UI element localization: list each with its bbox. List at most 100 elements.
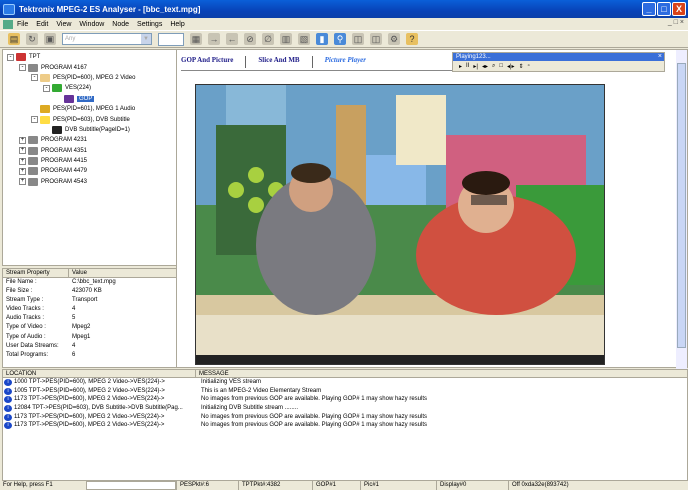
- tree-node-label[interactable]: PES(PID=601), MPEG 1 Audio: [53, 106, 135, 112]
- collapse-icon[interactable]: -: [43, 84, 50, 92]
- property-column-header[interactable]: Stream Property: [3, 269, 69, 277]
- log-row[interactable]: i 12084 TPT->PES(PID=603), DVB Subtitle->…: [3, 404, 687, 413]
- tree-node-label[interactable]: PROGRAM 4231: [41, 137, 87, 143]
- minimize-button[interactable]: _: [642, 2, 656, 16]
- tree-node-label[interactable]: DVB Subtitle(PageID=1): [65, 127, 130, 133]
- tree-node-label[interactable]: GOP: [77, 95, 95, 102]
- zoom-icon[interactable]: ⌕: [492, 63, 495, 70]
- fullframe-icon[interactable]: □: [499, 63, 503, 70]
- property-row[interactable]: Audio Tracks : 5: [3, 314, 190, 323]
- log-row[interactable]: i 1000 TPT->PES(PID=600), MPEG 2 Video->V…: [3, 378, 687, 387]
- refresh-icon[interactable]: ↻: [26, 33, 38, 45]
- play-icon[interactable]: ▸: [459, 63, 462, 70]
- settings-icon[interactable]: ⚙: [388, 33, 400, 45]
- title-bar[interactable]: Tektronix MPEG-2 ES Analyser - [bbc_text…: [0, 0, 688, 18]
- expand-icon[interactable]: +: [19, 147, 26, 155]
- step-icon[interactable]: ▸|: [473, 63, 478, 70]
- log-row[interactable]: i 1173 TPT->PES(PID=600), MPEG 2 Video->V…: [3, 413, 687, 422]
- shuttle-icon[interactable]: ◂|▸: [507, 63, 515, 70]
- tree-node-label[interactable]: TPT: [29, 54, 40, 60]
- tree-node-label[interactable]: PROGRAM 4167: [41, 65, 87, 71]
- menu-window[interactable]: Window: [79, 21, 104, 28]
- tree-node[interactable]: GOP: [7, 94, 190, 104]
- back-icon[interactable]: ←: [226, 33, 238, 45]
- value-column-header[interactable]: Value: [69, 269, 189, 277]
- maximize-button[interactable]: □: [657, 2, 671, 16]
- property-row[interactable]: Video Tracks : 4: [3, 305, 190, 314]
- menu-settings[interactable]: Settings: [137, 21, 162, 28]
- compare-alt-icon[interactable]: ◫: [370, 33, 382, 45]
- tree-node-label[interactable]: PROGRAM 4415: [41, 158, 87, 164]
- mdi-controls[interactable]: _ □ ×: [668, 19, 684, 26]
- tree-node[interactable]: - VES(224): [7, 83, 190, 93]
- bar-chart-icon[interactable]: ▮: [316, 33, 328, 45]
- message-column-header[interactable]: MESSAGE: [196, 370, 229, 377]
- location-column-header[interactable]: LOCATION: [3, 370, 196, 377]
- menu-help[interactable]: Help: [170, 21, 184, 28]
- property-row[interactable]: Stream Type : Transport: [3, 296, 190, 305]
- tree-node[interactable]: DVB Subtitle(PageID=1): [7, 125, 190, 135]
- property-row[interactable]: User Data Streams: 4: [3, 342, 190, 351]
- goto-input[interactable]: [158, 32, 184, 46]
- player-title-bar[interactable]: Playing123... ×: [453, 53, 664, 61]
- stream-tree[interactable]: - TPT - PROGRAM 4167- PES(PID=600), MPEG 2 V…: [2, 49, 191, 266]
- collapse-icon[interactable]: -: [19, 64, 26, 72]
- search-icon[interactable]: ⚲: [334, 33, 346, 45]
- forward-icon[interactable]: →: [208, 33, 220, 45]
- hex-view-icon[interactable]: ▥: [280, 33, 292, 45]
- loop-icon[interactable]: ◂▸: [482, 63, 488, 70]
- vertical-scrollbar[interactable]: [676, 50, 687, 369]
- tree-node-label[interactable]: PES(PID=603), DVB Subtitle: [53, 117, 130, 123]
- menu-view[interactable]: View: [56, 21, 71, 28]
- tree-node[interactable]: PES(PID=601), MPEG 1 Audio: [7, 104, 190, 114]
- log-row[interactable]: i 1005 TPT->PES(PID=600), MPEG 2 Video->V…: [3, 387, 687, 396]
- tree-node[interactable]: + PROGRAM 4351: [7, 146, 190, 156]
- document-icon[interactable]: [3, 19, 13, 29]
- pause-icon[interactable]: II: [466, 63, 469, 70]
- tab-gop-and-picture[interactable]: GOP And Picture: [181, 56, 233, 68]
- tree-node[interactable]: + PROGRAM 4479: [7, 166, 190, 176]
- menu-node[interactable]: Node: [112, 21, 129, 28]
- tree-node-label[interactable]: PROGRAM 4479: [41, 168, 87, 174]
- expand-icon[interactable]: +: [19, 136, 26, 144]
- help-icon[interactable]: ?: [406, 33, 418, 45]
- property-row[interactable]: Type of Video : Mpeg2: [3, 323, 190, 332]
- property-row[interactable]: File Size : 423070 KB: [3, 287, 190, 296]
- tab-slice-and-mb[interactable]: Slice And MB: [258, 56, 299, 68]
- tree-node[interactable]: - PROGRAM 4167: [7, 62, 190, 72]
- tree-node[interactable]: - PES(PID=600), MPEG 2 Video: [7, 73, 190, 83]
- collapse-icon[interactable]: -: [31, 116, 38, 124]
- tree-node[interactable]: + PROGRAM 4231: [7, 135, 190, 145]
- tree-node[interactable]: - PES(PID=603), DVB Subtitle: [7, 114, 190, 124]
- stop-icon[interactable]: ⊘: [244, 33, 256, 45]
- tree-node-label[interactable]: PROGRAM 4543: [41, 179, 87, 185]
- chevron-down-icon[interactable]: ▼: [141, 34, 151, 44]
- open-file-icon[interactable]: ▤: [8, 33, 20, 45]
- expand-icon[interactable]: +: [19, 157, 26, 165]
- scrollbar-thumb[interactable]: [677, 63, 686, 348]
- log-row[interactable]: i 1173 TPT->PES(PID=600), MPEG 2 Video->V…: [3, 395, 687, 404]
- close-button[interactable]: X: [672, 2, 686, 16]
- clear-filter-icon[interactable]: ∅: [262, 33, 274, 45]
- collapse-icon[interactable]: -: [31, 74, 38, 82]
- save-icon[interactable]: ▣: [44, 33, 56, 45]
- tree-node[interactable]: - TPT: [7, 52, 190, 62]
- compare-icon[interactable]: ◫: [352, 33, 364, 45]
- tree-node-label[interactable]: PES(PID=600), MPEG 2 Video: [53, 75, 135, 81]
- split-icon[interactable]: ⇕: [519, 63, 524, 70]
- player-toolbar[interactable]: Playing123... × ▸ II ▸| ◂▸ ⌕ □ ◂|▸ ⇕ ▫: [452, 52, 665, 72]
- expand-icon[interactable]: +: [19, 178, 26, 186]
- log-row[interactable]: i 1173 TPT->PES(PID=600), MPEG 2 Video->V…: [3, 421, 687, 430]
- player-close-icon[interactable]: ×: [658, 53, 662, 61]
- property-row[interactable]: Type of Audio : Mpeg1: [3, 333, 190, 342]
- property-row[interactable]: File Name : C:\bbc_text.mpg: [3, 278, 190, 287]
- tree-node[interactable]: + PROGRAM 4543: [7, 177, 190, 187]
- menu-edit[interactable]: Edit: [36, 21, 48, 28]
- table-icon[interactable]: ▦: [190, 33, 202, 45]
- filter-combo[interactable]: Any ▼: [62, 33, 152, 45]
- tree-node-label[interactable]: VES(224): [65, 85, 91, 91]
- snapshot-icon[interactable]: ▫: [528, 63, 530, 70]
- property-row[interactable]: Total Programs: 6: [3, 351, 190, 360]
- menu-file[interactable]: File: [17, 21, 28, 28]
- expand-icon[interactable]: +: [19, 167, 26, 175]
